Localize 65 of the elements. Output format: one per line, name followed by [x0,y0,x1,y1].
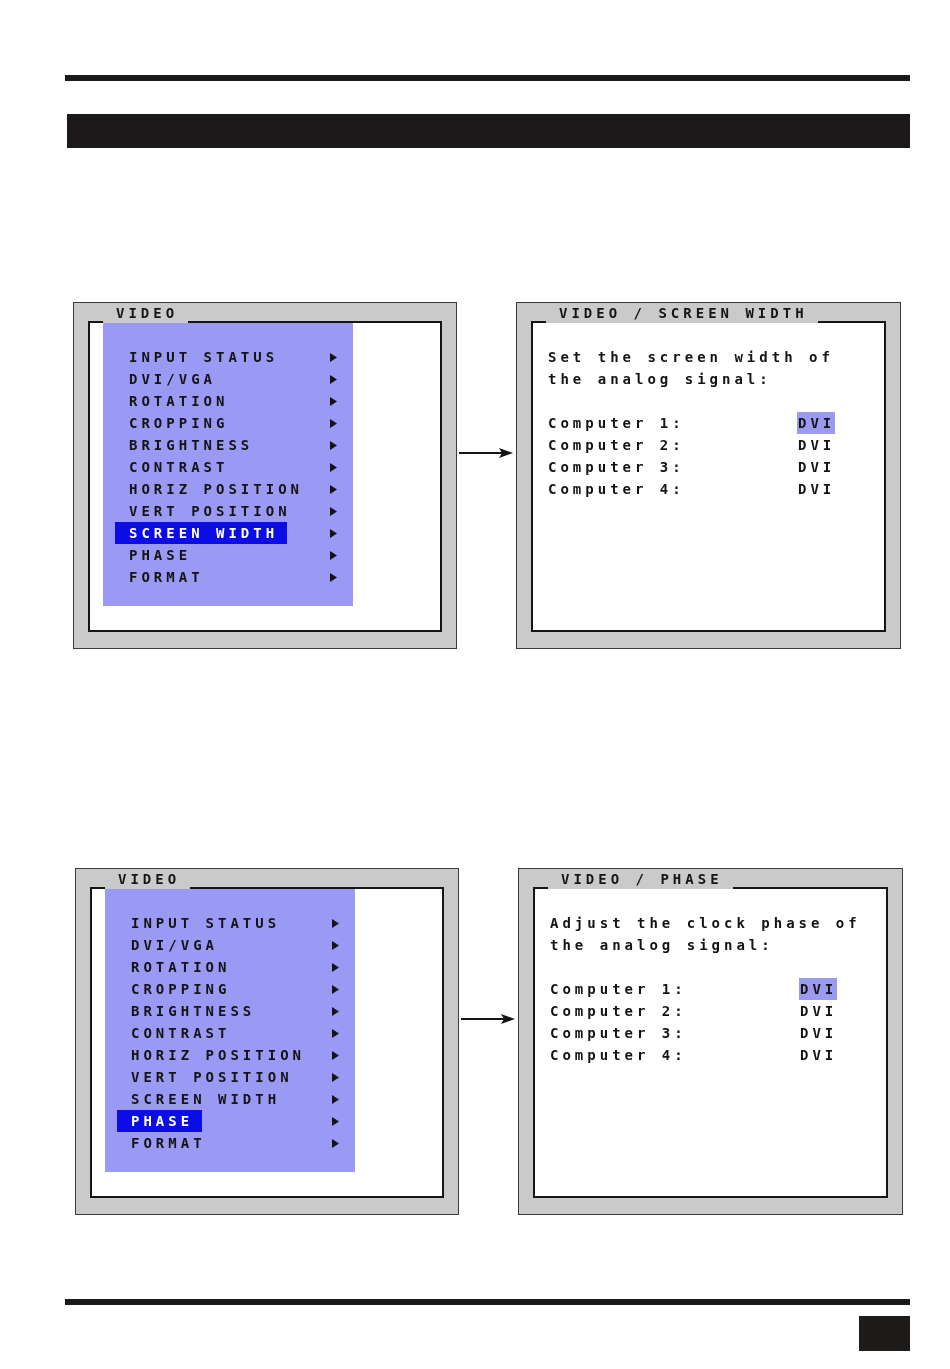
computer-label: Computer 4: [548,480,686,499]
menu-item[interactable]: INPUT STATUS [115,346,288,368]
page-number-box [859,1316,910,1351]
right-triangle-icon [332,1072,339,1082]
right-triangle-icon [332,918,339,928]
right-triangle-icon [332,1094,339,1104]
input-value[interactable]: DVI [797,478,836,500]
right-triangle-icon [330,484,337,494]
instruction-text: Adjust the clock phase of the analog signal: [550,914,862,955]
menu-item[interactable]: PHASE [117,1110,203,1132]
input-value[interactable]: DVI [799,1022,838,1044]
menu-item[interactable]: BRIGHTNESS [117,1000,265,1022]
right-triangle-icon [332,1138,339,1148]
menu-item[interactable]: DVI/VGA [115,368,225,390]
menu-item[interactable]: HORIZ POSITION [115,478,312,500]
right-triangle-icon [330,440,337,450]
right-triangle-icon [330,528,337,538]
menu-item[interactable]: ROTATION [117,956,240,978]
right-triangle-icon [332,1028,339,1038]
instruction-text: Set the screen width of the analog signal: [548,348,835,389]
input-value[interactable]: DVI [799,1044,838,1066]
menu-item[interactable]: ROTATION [115,390,238,412]
menu-item[interactable]: DVI/VGA [117,934,227,956]
computer-label: Computer 2: [548,436,686,455]
menu-item[interactable]: INPUT STATUS [117,912,290,934]
computer-label: Computer 3: [550,1024,688,1043]
right-triangle-icon [332,1116,339,1126]
right-triangle-icon [332,940,339,950]
menu-item[interactable]: VERT POSITION [117,1066,302,1088]
right-triangle-icon [332,1050,339,1060]
menu-item[interactable]: SCREEN WIDTH [115,522,288,544]
menu-item[interactable]: CONTRAST [115,456,238,478]
right-arrow [461,1013,515,1025]
menu-item[interactable]: HORIZ POSITION [117,1044,314,1066]
menu-item[interactable]: CONTRAST [117,1022,240,1044]
menu-item[interactable]: CROPPING [117,978,240,1000]
right-triangle-icon [330,462,337,472]
menu-item[interactable]: SCREEN WIDTH [117,1088,290,1110]
input-value[interactable]: DVI [797,434,836,456]
menu-item[interactable]: BRIGHTNESS [115,434,263,456]
right-triangle-icon [330,506,337,516]
computer-label: Computer 4: [550,1046,688,1065]
computer-label: Computer 1: [550,980,688,999]
computer-label: Computer 2: [550,1002,688,1021]
right-triangle-icon [330,418,337,428]
menu-item[interactable]: FORMAT [117,1132,215,1154]
right-triangle-icon [332,984,339,994]
right-triangle-icon [330,572,337,582]
right-triangle-icon [332,1006,339,1016]
right-arrow [459,447,513,459]
computer-label: Computer 3: [548,458,686,477]
menu-item[interactable]: CROPPING [115,412,238,434]
right-triangle-icon [330,352,337,362]
menu-item[interactable]: FORMAT [115,566,213,588]
input-value[interactable]: DVI [799,978,838,1000]
right-triangle-icon [330,550,337,560]
input-value[interactable]: DVI [799,1000,838,1022]
right-triangle-icon [330,396,337,406]
menu-item[interactable]: VERT POSITION [115,500,300,522]
computer-label: Computer 1: [548,414,686,433]
right-triangle-icon [330,374,337,384]
input-value[interactable]: DVI [797,456,836,478]
input-value[interactable]: DVI [797,412,836,434]
menu-item[interactable]: PHASE [115,544,201,566]
right-triangle-icon [332,962,339,972]
